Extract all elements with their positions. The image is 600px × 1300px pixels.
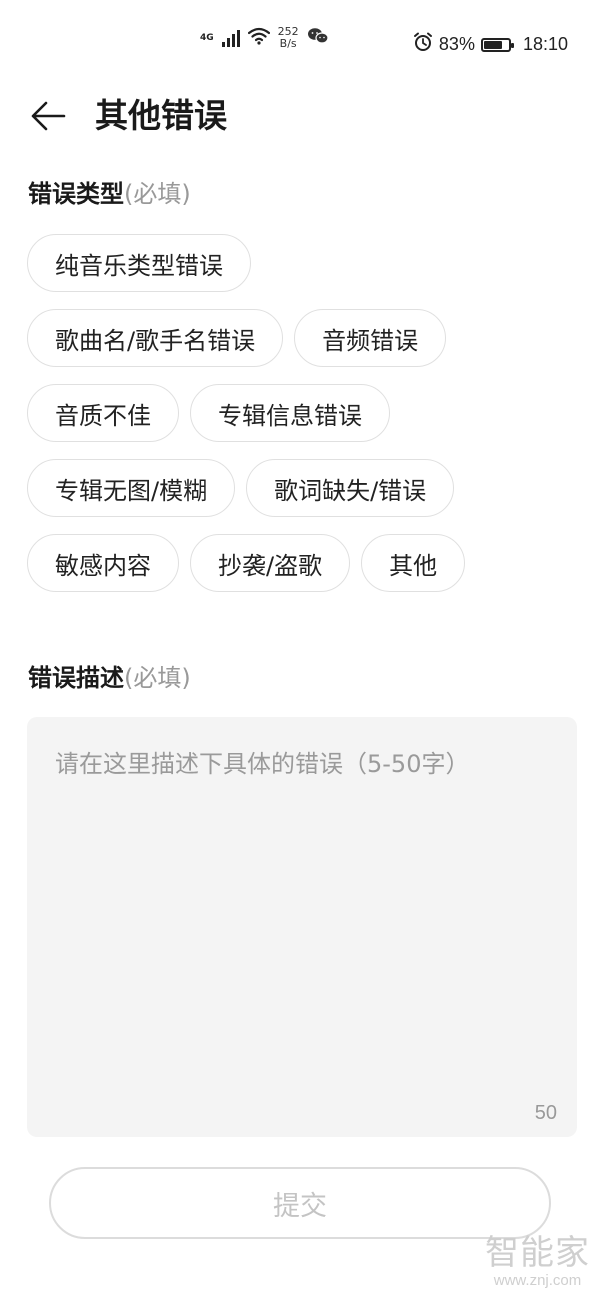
chip-row: 歌曲名/歌手名错误 音频错误 (27, 309, 587, 367)
header: 其他错误 (0, 90, 600, 140)
submit-button[interactable]: 提交 (49, 1167, 551, 1239)
error-desc-label: 错误描述 (28, 664, 124, 692)
chip-row: 敏感内容 抄袭/盗歌 其他 (27, 534, 587, 592)
battery-icon (480, 37, 514, 52)
error-type-chip[interactable]: 音质不佳 (27, 384, 179, 442)
error-type-chip[interactable]: 其他 (361, 534, 466, 592)
error-type-chip[interactable]: 专辑无图/模糊 (27, 459, 236, 517)
error-type-heading: 错误类型(必填) (28, 178, 191, 210)
error-type-label: 错误类型 (28, 180, 124, 208)
network-speed-unit: B/s (279, 37, 297, 50)
error-type-chip[interactable]: 敏感内容 (27, 534, 179, 592)
clock: 18:10 (522, 34, 568, 54)
status-bar-right: 83% 18:10 (413, 32, 568, 57)
wechat-icon (307, 27, 329, 49)
error-description-box: 50 (27, 717, 577, 1137)
battery-percent: 83% (438, 34, 475, 54)
error-type-required-hint: (必填) (124, 180, 191, 208)
status-bar-left: 4G 252 B/s (200, 26, 329, 50)
page-title: 其他错误 (95, 96, 227, 135)
error-type-chip[interactable]: 纯音乐类型错误 (27, 234, 251, 292)
signal-icon (221, 29, 240, 47)
back-arrow-icon (31, 101, 66, 131)
chip-row: 专辑无图/模糊 歌词缺失/错误 (27, 459, 587, 517)
char-counter: 50 (534, 1102, 557, 1124)
error-type-chip[interactable]: 歌词缺失/错误 (246, 459, 455, 517)
watermark-url: www.znj.com (493, 1272, 582, 1289)
chip-row: 纯音乐类型错误 (27, 234, 587, 292)
error-type-chip[interactable]: 音频错误 (294, 309, 447, 367)
chip-row: 音质不佳 专辑信息错误 (27, 384, 587, 442)
network-type: 4G (200, 32, 214, 43)
error-type-chip[interactable]: 专辑信息错误 (190, 384, 390, 442)
error-type-chip[interactable]: 歌曲名/歌手名错误 (27, 309, 284, 367)
error-type-options: 纯音乐类型错误 歌曲名/歌手名错误 音频错误 音质不佳 专辑信息错误 专辑无图/模糊 歌词缺… (27, 234, 587, 609)
error-description-input[interactable] (27, 717, 577, 1137)
watermark-logo: 智能家 (485, 1233, 590, 1273)
error-desc-heading: 错误描述(必填) (28, 662, 191, 694)
back-button[interactable] (26, 94, 70, 138)
error-type-chip[interactable]: 抄袭/盗歌 (190, 534, 351, 592)
wifi-icon (247, 27, 270, 49)
alarm-icon (413, 32, 433, 57)
status-bar: 4G 252 B/s 83% 18:10 (0, 0, 600, 88)
network-speed: 252 B/s (278, 26, 299, 50)
watermark: 智能家 www.znj.com (485, 1234, 590, 1290)
error-desc-required-hint: (必填) (124, 664, 191, 692)
